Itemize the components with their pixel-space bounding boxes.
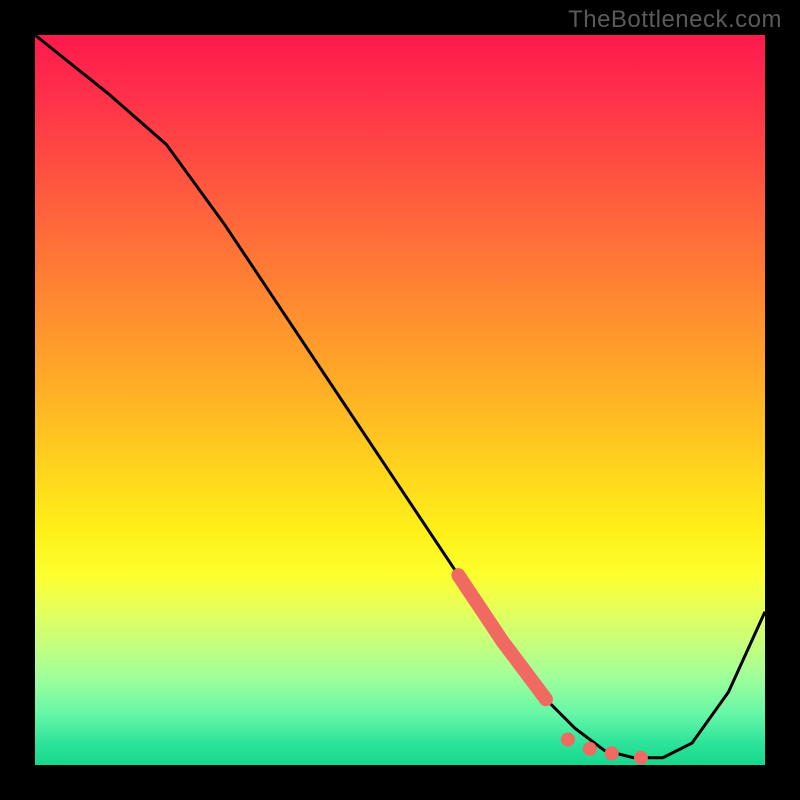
- plot-area: [35, 35, 765, 765]
- marker-dot: [634, 751, 648, 765]
- curve-svg: [35, 35, 765, 765]
- bottleneck-curve: [35, 35, 765, 758]
- marker-dot: [583, 742, 597, 756]
- marker-dot: [561, 733, 575, 747]
- watermark-text: TheBottleneck.com: [568, 6, 782, 34]
- marker-thick-segment: [458, 575, 546, 699]
- chart-frame: TheBottleneck.com: [0, 0, 800, 800]
- marker-dot: [605, 746, 619, 760]
